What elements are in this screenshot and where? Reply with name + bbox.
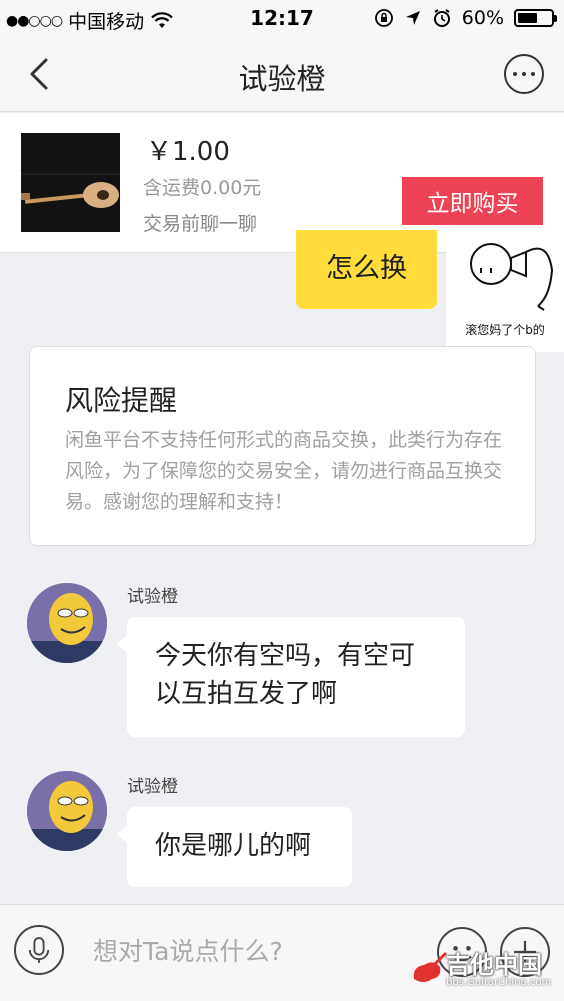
product-price: ￥1.00 — [146, 137, 230, 167]
sender-name: 试验橙 — [127, 777, 178, 797]
watermark-text: 吉他中国 — [446, 951, 542, 979]
incoming-message-bubble: 今天你有空吗，有空可 以互拍互发了啊 — [117, 617, 465, 737]
chat-hint: 交易前聊一聊 — [143, 213, 258, 235]
battery-percent: 60% — [461, 7, 504, 29]
nav-bar: 试验橙 — [0, 38, 564, 112]
risk-body: 闲鱼平台不支持任何形式的商品交换，此类行为存在风险，为了保障您的交易安全，请勿进… — [65, 429, 503, 513]
sent-message-text: 怎么换 — [326, 253, 407, 284]
microphone-icon[interactable] — [14, 925, 64, 975]
avatar-image — [27, 771, 107, 851]
guitar-image — [21, 133, 120, 232]
sticker-drawing — [470, 243, 554, 311]
incoming-message-bubble: 你是哪儿的啊 — [117, 807, 352, 887]
avatar-image — [27, 583, 107, 663]
message-line: 你是哪儿的啊 — [155, 831, 312, 861]
guitar-logo-icon — [413, 951, 448, 982]
page-title: 试验橙 — [238, 62, 326, 96]
sender-name: 试验橙 — [127, 587, 178, 607]
battery-level — [518, 13, 538, 23]
avatar[interactable] — [27, 771, 107, 851]
product-thumbnail[interactable] — [21, 133, 120, 232]
message-line: 以互拍互发了啊 — [155, 679, 338, 709]
risk-title: 风险提醒 — [65, 384, 178, 417]
rotation-lock-icon — [374, 9, 393, 27]
location-icon — [405, 11, 420, 25]
more-options-icon[interactable] — [504, 54, 544, 94]
message-line: 今天你有空吗，有空可 — [155, 641, 416, 671]
status-bar: ●●○○○ 中国移动 12:17 60% — [0, 0, 564, 38]
shipping-fee: 含运费0.00元 — [143, 177, 262, 199]
sticker: 滚您妈了个b的 — [446, 226, 564, 352]
buy-now-button[interactable]: 立即购买 — [402, 177, 543, 225]
watermark-url: bbs.GuitarChina.com — [446, 977, 552, 988]
avatar[interactable] — [27, 583, 107, 663]
message-input[interactable]: 想对Ta说点什么? — [93, 932, 283, 968]
alarm-icon — [433, 9, 450, 27]
battery-icon — [514, 9, 557, 27]
risk-warning-card: 风险提醒 闲鱼平台不支持任何形式的商品交换，此类行为存在风险，为了保障您的交易安… — [29, 346, 536, 546]
sticker-caption: 滚您妈了个b的 — [465, 323, 545, 337]
watermark-logo: 吉他中国 bbs.GuitarChina.com — [408, 945, 558, 995]
sent-message-bubble: 怎么换 — [296, 230, 437, 309]
